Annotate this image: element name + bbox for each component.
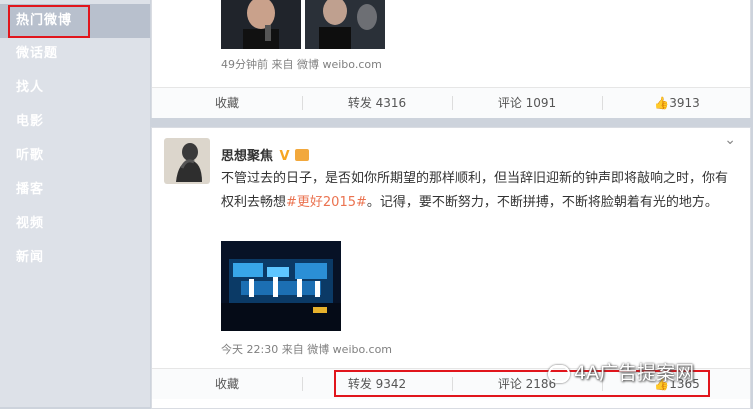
post-meta-1: 49分钟前 来自 微博 weibo.com <box>221 58 382 71</box>
sidebar-item-movies[interactable]: 电影 <box>0 105 150 139</box>
left-sidebar: 热门微博 微话题 找人 电影 听歌 播客 视频 新闻 <box>0 0 150 407</box>
sidebar-item-topics[interactable]: 微话题 <box>0 37 150 71</box>
avatar[interactable] <box>164 138 210 184</box>
collect-button[interactable]: 收藏 <box>152 88 302 118</box>
member-crown-icon <box>295 149 310 161</box>
watermark-text: 4A广告提案网 <box>574 362 695 384</box>
post-image-1a[interactable] <box>221 0 301 49</box>
collect-button[interactable]: 收藏 <box>152 369 302 399</box>
sidebar-item-video[interactable]: 视频 <box>0 207 150 241</box>
wechat-icon <box>548 364 570 383</box>
chevron-down-icon[interactable]: ⌄ <box>724 132 736 148</box>
author-name[interactable]: 思想聚焦 V <box>221 145 310 164</box>
repost-button[interactable]: 转发 9342 <box>302 369 452 399</box>
post-image-2[interactable] <box>221 241 341 331</box>
like-count: 3913 <box>669 96 700 110</box>
sidebar-item-news[interactable]: 新闻 <box>0 241 150 275</box>
vip-badge-icon: V <box>279 149 290 164</box>
watermark: 4A广告提案网 <box>548 358 694 385</box>
post-text: 不管过去的日子，是否如你所期望的那样顺利，但当辞旧迎新的钟声即将敲响之时，你有权… <box>221 167 736 215</box>
like-button[interactable]: 👍3913 <box>602 88 752 118</box>
sidebar-item-music[interactable]: 听歌 <box>0 139 150 173</box>
topic-tag-link[interactable]: #更好2015# <box>286 195 367 210</box>
thumbs-up-icon: 👍 <box>654 96 670 110</box>
author-name-text: 思想聚焦 <box>221 149 274 164</box>
comment-button[interactable]: 评论 1091 <box>452 88 602 118</box>
post-actions-1: 收藏 转发 4316 评论 1091 👍3913 <box>152 87 750 118</box>
post-image-1b[interactable] <box>305 0 385 49</box>
post-meta-2: 今天 22:30 来自 微博 weibo.com <box>221 343 393 356</box>
repost-button[interactable]: 转发 4316 <box>302 88 452 118</box>
sidebar-item-hot-weibo[interactable]: 热门微博 <box>0 4 150 38</box>
sidebar-item-find-people[interactable]: 找人 <box>0 71 150 105</box>
post-text-part: 。记得，要不断努力，不断拼搏，不断将脸朝着有光的地方。 <box>366 195 718 210</box>
sidebar-item-podcast[interactable]: 播客 <box>0 173 150 207</box>
weibo-card-1: 49分钟前 来自 微博 weibo.com 收藏 转发 4316 评论 1091… <box>151 0 751 118</box>
